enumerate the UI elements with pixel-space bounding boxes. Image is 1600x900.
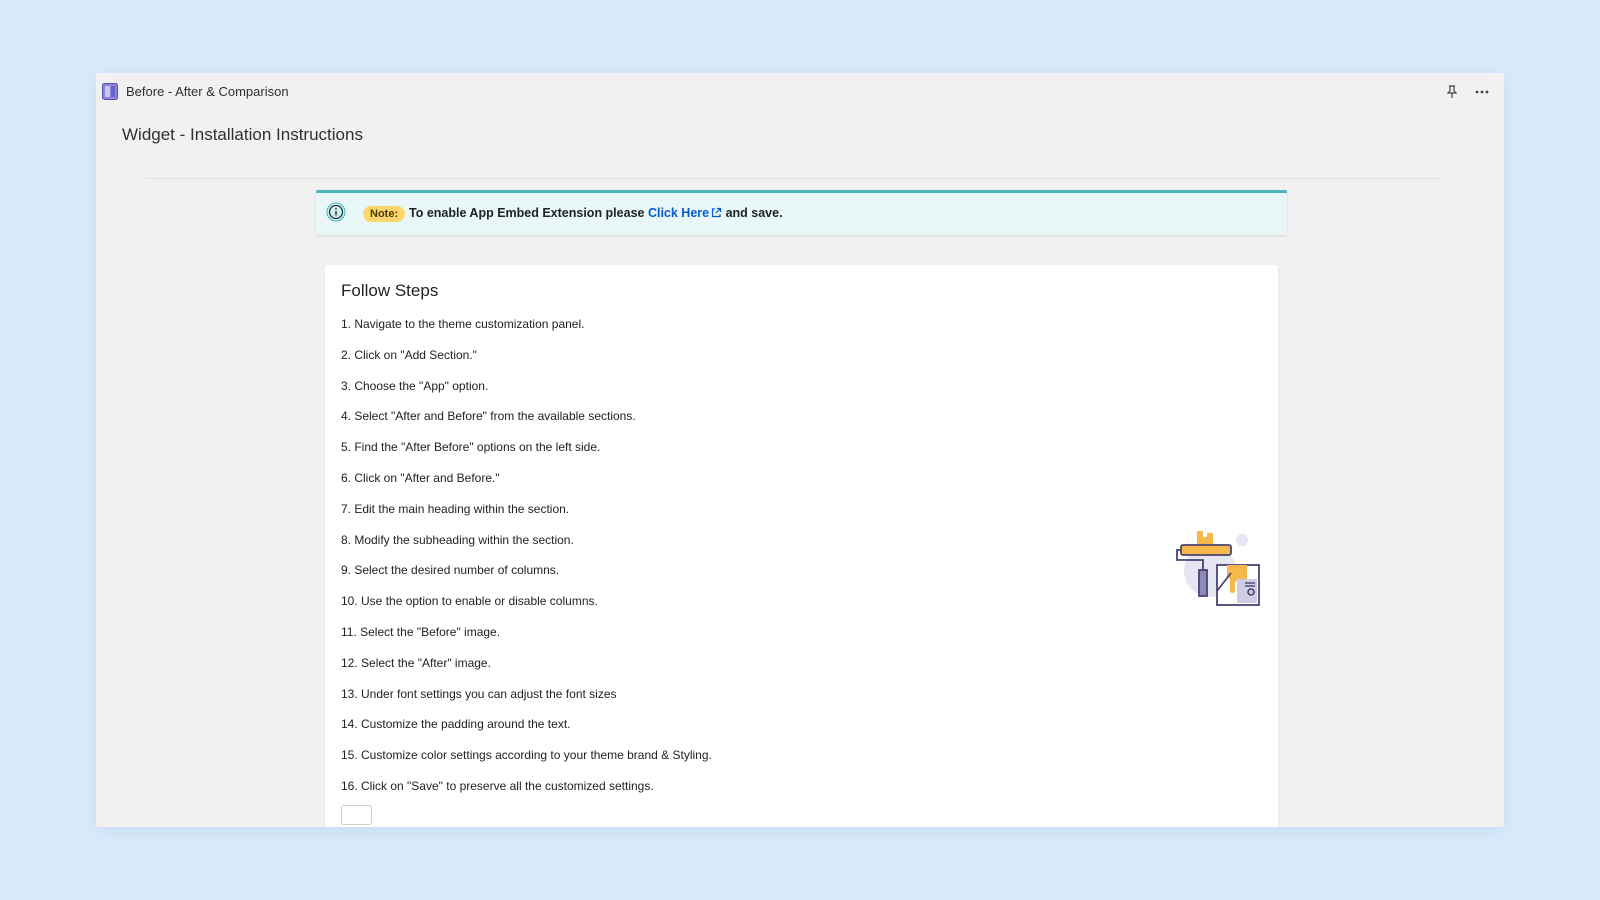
note-banner: Note: To enable App Embed Extension plea…	[316, 190, 1287, 235]
info-icon	[326, 202, 346, 222]
note-text: To enable App Embed Extension please Cli…	[409, 206, 783, 220]
follow-steps-card: Follow Steps 1. Navigate to the theme cu…	[325, 265, 1278, 827]
list-item: 6. Click on "After and Before."	[341, 470, 500, 485]
page-title: Widget - Installation Instructions	[122, 125, 363, 144]
list-item: 1. Navigate to the theme customization p…	[341, 317, 585, 331]
book-icon	[102, 83, 118, 100]
app-title: Before - After & Comparison	[126, 84, 289, 99]
more-horizontal-icon[interactable]	[1472, 82, 1492, 102]
card-title: Follow Steps	[341, 281, 439, 300]
list-item: 10. Use the option to enable or disable …	[341, 594, 598, 609]
list-item: 7. Edit the main heading within the sect…	[341, 501, 570, 516]
app-window: Before - After & Comparison Widget - Ins…	[96, 73, 1504, 827]
click-here-label: Click Here	[647, 206, 710, 220]
action-button[interactable]	[341, 805, 372, 825]
divider	[145, 178, 1441, 179]
paint-roller-illustration	[1176, 531, 1260, 606]
list-item: 15. Customize color settings according t…	[341, 748, 712, 763]
list-item: 13. Under font settings you can adjust t…	[341, 686, 617, 701]
list-item: 11. Select the "Before" image.	[341, 624, 501, 639]
list-item: 5. Find the "After Before" options on th…	[341, 440, 601, 455]
list-item: 12. Select the "After" image.	[341, 655, 491, 670]
list-item: 3. Choose the "App" option.	[341, 378, 489, 393]
note-text-before: To enable App Embed Extension please	[409, 206, 648, 220]
click-here-link[interactable]: Click Here	[648, 206, 722, 220]
list-item: 14. Customize the padding around the tex…	[341, 717, 571, 732]
note-text-after: and save.	[722, 206, 783, 220]
title-bar: Before - After & Comparison	[96, 73, 1504, 111]
pin-icon[interactable]	[1442, 82, 1462, 102]
note-badge: Note:	[363, 206, 406, 222]
list-item: 4. Select "After and Before" from the av…	[341, 409, 636, 424]
list-item: 16. Click on "Save" to preserve all the …	[341, 778, 654, 793]
steps-list: 1. Navigate to the theme customization p…	[341, 317, 712, 810]
list-item: 2. Click on "Add Section."	[341, 347, 477, 362]
external-link-icon	[712, 207, 722, 218]
list-item: 8. Modify the subheading within the sect…	[341, 532, 574, 547]
list-item: 9. Select the desired number of columns.	[341, 563, 560, 578]
